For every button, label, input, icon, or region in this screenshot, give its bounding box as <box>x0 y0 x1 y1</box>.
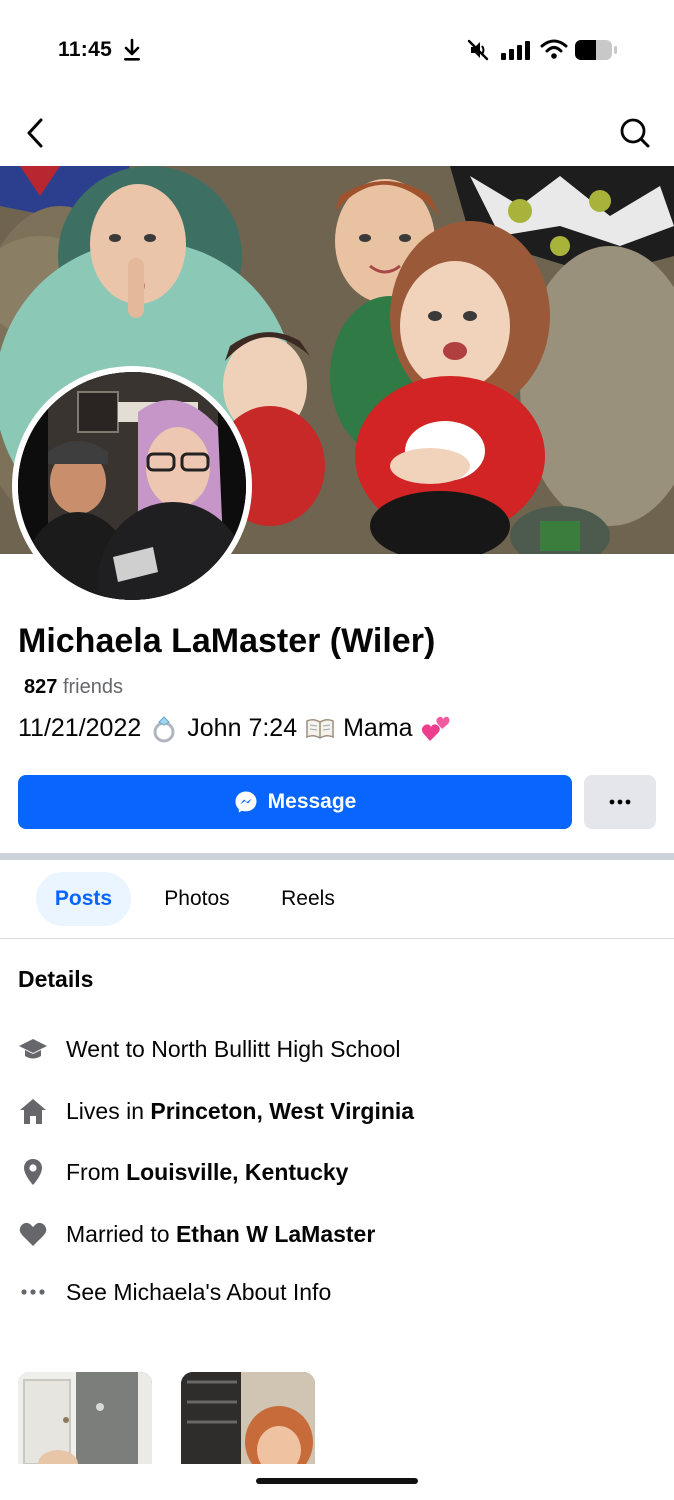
section-divider <box>0 853 674 860</box>
home-icon <box>20 1099 46 1124</box>
silent-mode-icon <box>467 39 489 61</box>
messenger-icon <box>235 791 257 813</box>
profile-bio: 11/21/2022 John 7:24 Mama <box>18 714 451 743</box>
ring-icon <box>153 715 175 742</box>
search-icon[interactable] <box>614 114 654 152</box>
ellipsis-icon <box>21 1289 45 1295</box>
heart-icon <box>19 1222 47 1246</box>
open-book-icon <box>306 718 334 739</box>
more-options-button[interactable] <box>584 775 656 829</box>
ellipsis-icon <box>609 799 631 805</box>
tab-photos[interactable]: Photos <box>148 872 246 926</box>
location-pin-icon <box>24 1159 42 1185</box>
bio-date: 11/21/2022 <box>18 714 142 742</box>
tab-reels[interactable]: Reels <box>266 872 350 926</box>
bio-verse: John 7:24 <box>187 714 298 742</box>
download-icon <box>124 38 140 61</box>
message-button[interactable]: Message <box>18 775 572 829</box>
profile-name: Michaela LaMaster (Wiler) <box>18 622 436 660</box>
detail-relationship[interactable]: Married to Ethan W LaMaster <box>0 1212 674 1256</box>
see-about-info-text: See Michaela's About Info <box>66 1278 332 1305</box>
profile-tabs: Posts Photos Reels <box>0 860 674 938</box>
details-title: Details <box>18 966 94 992</box>
back-icon[interactable] <box>18 114 54 152</box>
tab-posts[interactable]: Posts <box>36 872 131 926</box>
see-about-info-link[interactable]: See Michaela's About Info <box>0 1270 674 1314</box>
status-time: 11:45 <box>58 38 113 61</box>
detail-hometown-text: From Louisville, Kentucky <box>66 1158 349 1185</box>
friends-label: friends <box>62 676 123 698</box>
battery-icon <box>575 40 617 60</box>
friends-count-line[interactable]: 827 friends <box>24 676 123 699</box>
detail-hometown[interactable]: From Louisville, Kentucky <box>0 1150 674 1194</box>
status-bar: 11:45 <box>0 0 674 100</box>
photo-thumbnail[interactable] <box>181 1372 315 1464</box>
tabs-divider <box>0 938 674 939</box>
detail-education[interactable]: Went to North Bullitt High School <box>0 1027 674 1071</box>
bio-mama: Mama <box>343 714 413 742</box>
message-button-label: Message <box>267 790 357 813</box>
home-indicator[interactable] <box>256 1478 418 1484</box>
friends-count: 827 <box>24 676 58 698</box>
detail-lives-in-text: Lives in Princeton, West Virginia <box>66 1097 415 1124</box>
two-hearts-icon <box>421 716 450 741</box>
wifi-icon <box>540 39 568 59</box>
detail-lives-in[interactable]: Lives in Princeton, West Virginia <box>0 1089 674 1133</box>
top-nav <box>0 100 674 166</box>
detail-relationship-text: Married to Ethan W LaMaster <box>66 1220 376 1247</box>
photo-thumbnail[interactable] <box>18 1372 152 1464</box>
detail-education-text: Went to North Bullitt High School <box>66 1035 401 1062</box>
cellular-signal-icon <box>501 41 530 60</box>
graduation-cap-icon <box>19 1039 47 1059</box>
profile-avatar[interactable] <box>12 366 252 606</box>
